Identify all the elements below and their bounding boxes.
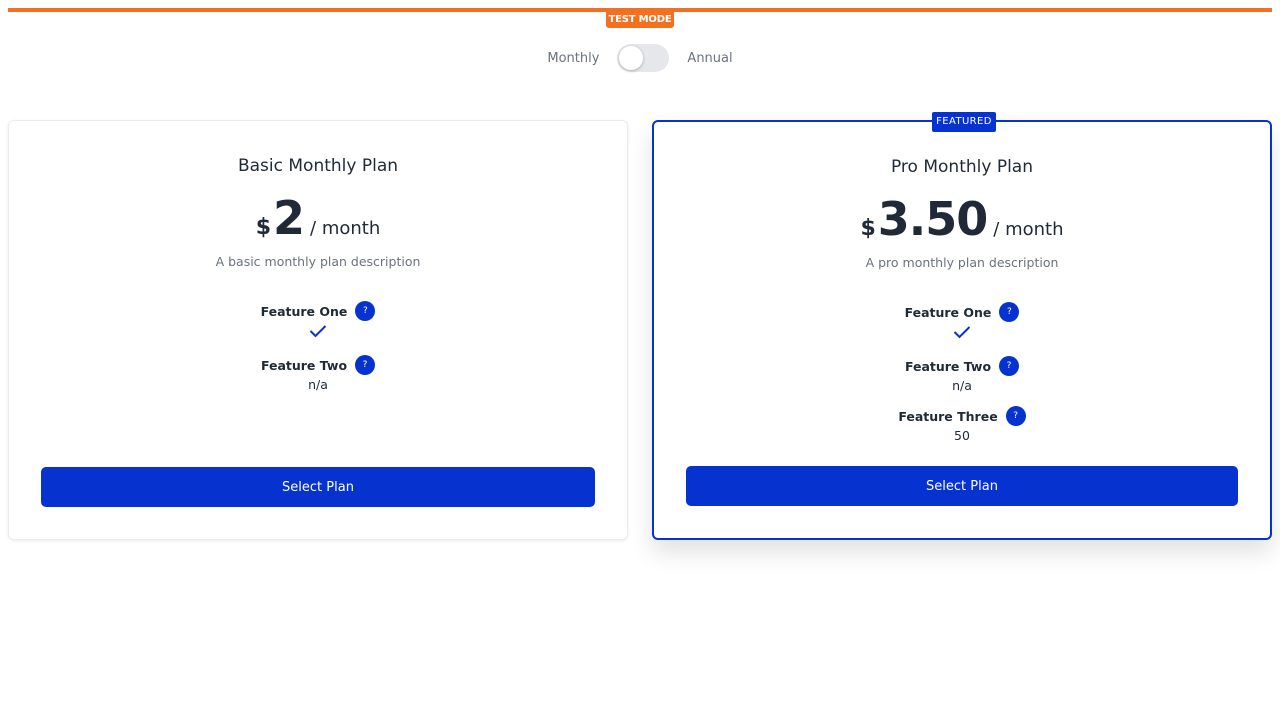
feature-value: 50 bbox=[954, 428, 970, 443]
switch-knob bbox=[619, 46, 644, 70]
feature-name: Feature Two bbox=[904, 358, 992, 374]
help-icon[interactable]: ? bbox=[1005, 406, 1026, 426]
feature-value: n/a bbox=[308, 377, 328, 392]
plan-price: $ 2 / month bbox=[9, 191, 627, 245]
feature-item: Feature Two ? n/a bbox=[9, 355, 627, 392]
feature-item: Feature One ? bbox=[9, 301, 627, 342]
billing-period-switch[interactable] bbox=[617, 44, 670, 72]
price-amount: 3.50 bbox=[877, 192, 988, 246]
plan-name: Basic Monthly Plan bbox=[237, 156, 399, 176]
help-icon[interactable]: ? bbox=[355, 301, 376, 321]
feature-name: Feature Two bbox=[260, 357, 348, 373]
billing-period-toggle: Monthly Annual bbox=[0, 44, 1280, 72]
select-plan-button[interactable]: Select Plan bbox=[41, 467, 595, 507]
price-amount: 2 bbox=[273, 191, 305, 245]
plan-description: A basic monthly plan description bbox=[215, 254, 421, 269]
feature-name: Feature One bbox=[260, 303, 348, 319]
plan-name: Pro Monthly Plan bbox=[890, 157, 1033, 177]
feature-item: Feature Three ? 50 bbox=[654, 406, 1270, 443]
check-icon bbox=[309, 323, 327, 342]
plan-price: $ 3.50 / month bbox=[654, 192, 1270, 246]
feature-item: Feature One ? bbox=[654, 302, 1270, 343]
price-period: / month bbox=[310, 218, 381, 239]
plan-card-basic: Basic Monthly Plan $ 2 / month A basic m… bbox=[8, 120, 628, 540]
featured-badge: FEATURED bbox=[932, 112, 996, 132]
help-icon[interactable]: ? bbox=[999, 302, 1020, 322]
monthly-label[interactable]: Monthly bbox=[547, 51, 599, 66]
test-mode-badge: TEST MODE bbox=[606, 11, 674, 28]
price-currency: $ bbox=[860, 216, 876, 241]
help-icon[interactable]: ? bbox=[355, 355, 376, 375]
check-icon bbox=[953, 324, 971, 343]
plan-description: A pro monthly plan description bbox=[865, 255, 1059, 270]
feature-item: Feature Two ? n/a bbox=[654, 356, 1270, 393]
feature-name: Feature One bbox=[904, 304, 992, 320]
select-plan-button[interactable]: Select Plan bbox=[686, 466, 1238, 506]
annual-label[interactable]: Annual bbox=[687, 51, 732, 66]
price-currency: $ bbox=[255, 215, 272, 240]
feature-value: n/a bbox=[952, 378, 972, 393]
price-period: / month bbox=[993, 219, 1064, 240]
plan-card-pro: FEATURED Pro Monthly Plan $ 3.50 / month… bbox=[652, 112, 1272, 540]
feature-name: Feature Three bbox=[898, 408, 998, 424]
help-icon[interactable]: ? bbox=[999, 356, 1020, 376]
